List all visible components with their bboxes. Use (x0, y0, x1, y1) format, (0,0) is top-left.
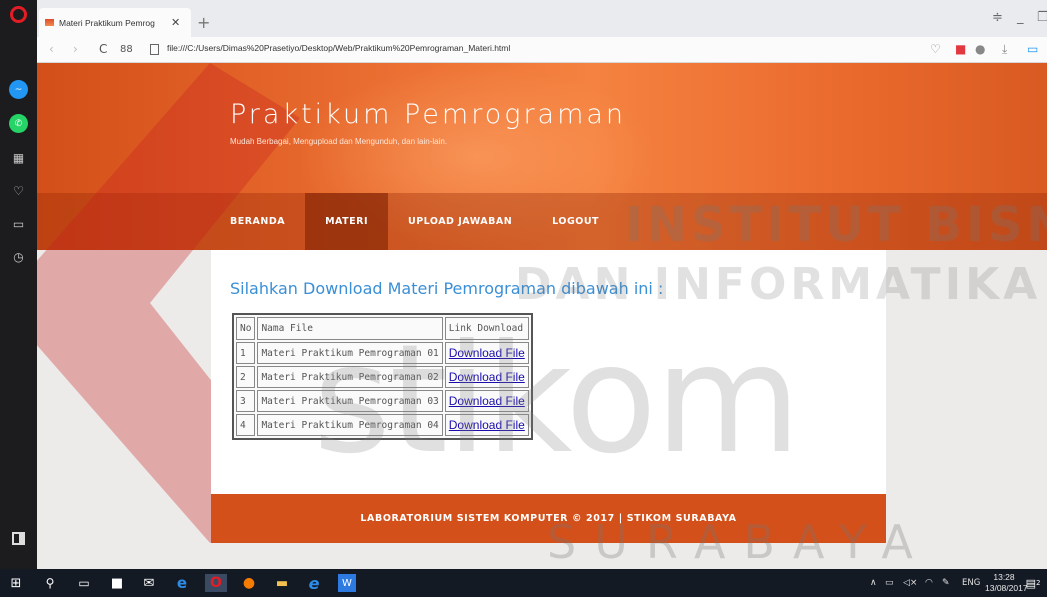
menu-beranda[interactable]: BERANDA (210, 193, 305, 250)
pen-ink-icon[interactable]: ✎ (942, 578, 950, 588)
menu-logout[interactable]: LOGOUT (532, 193, 619, 250)
file-name: Materi Praktikum Pemrograman 03 (257, 390, 443, 412)
content-panel: Silahkan Download Materi Pemrograman dib… (211, 250, 886, 494)
file-name: Materi Praktikum Pemrograman 01 (257, 342, 443, 364)
media-player-icon[interactable]: ● (240, 574, 258, 592)
column-header-no: No (236, 317, 256, 340)
history-clock-icon[interactable]: ◷ (9, 247, 28, 266)
mail-icon[interactable]: ✉ (140, 574, 158, 592)
minimize-icon[interactable]: _ (1017, 10, 1024, 25)
row-number: 1 (236, 342, 256, 364)
store-icon[interactable]: ■ (108, 574, 126, 592)
tab-favicon-icon (45, 19, 54, 26)
search-icon[interactable]: ⚲ (42, 574, 58, 592)
wifi-icon[interactable]: ◠ (925, 578, 933, 588)
tab-title: Materi Praktikum Pemrog (59, 17, 155, 28)
download-link[interactable]: Download File (444, 390, 529, 412)
gift-extension-icon[interactable]: ■ (955, 42, 966, 56)
windows-start-icon[interactable]: ⊞ (8, 574, 24, 592)
page-viewport: Praktikum Pemrograman Mudah Berbagai, Me… (37, 63, 1047, 569)
table-row: 1 Materi Praktikum Pemrograman 01 Downlo… (236, 342, 529, 364)
volume-icon[interactable]: ◁× (903, 578, 917, 588)
materi-table: No Nama File Link Download 1 Materi Prak… (232, 313, 533, 440)
menu-upload-jawaban[interactable]: UPLOAD JAWABAN (388, 193, 532, 250)
tab-menu-icon[interactable]: ≑ (992, 10, 1003, 25)
internet-explorer-icon[interactable]: e (173, 574, 191, 592)
opera-sidebar: ~ ✆ ▦ ♡ ▭ ◷ (0, 0, 37, 569)
battery-saver-icon[interactable]: ▭ (1027, 42, 1038, 56)
row-number: 2 (236, 366, 256, 388)
page-icon (150, 44, 159, 55)
sidebar-toggle-icon[interactable] (12, 532, 25, 545)
language-indicator[interactable]: ENG (962, 578, 980, 588)
column-header-link: Link Download (444, 317, 529, 340)
opera-logo-icon[interactable] (10, 6, 27, 23)
download-icon[interactable]: ⤓ (1002, 42, 1007, 57)
task-view-icon[interactable]: ▭ (76, 574, 92, 592)
file-explorer-icon[interactable]: ▬ (273, 574, 291, 592)
bookmarks-heart-icon[interactable]: ♡ (9, 181, 28, 200)
vpn-globe-icon[interactable]: ● (975, 42, 985, 56)
download-link[interactable]: Download File (444, 414, 529, 436)
address-bar: ‹ › C 88 file:///C:/Users/Dimas%20Praset… (37, 37, 1047, 63)
snapshot-icon[interactable]: ▭ (9, 214, 28, 233)
table-header-row: No Nama File Link Download (236, 317, 529, 340)
battery-icon[interactable]: ▭ (885, 578, 894, 588)
new-tab-icon[interactable]: + (197, 13, 210, 32)
column-header-nama-file: Nama File (257, 317, 443, 340)
file-name: Materi Praktikum Pemrograman 02 (257, 366, 443, 388)
row-number: 3 (236, 390, 256, 412)
notification-count: 2 (1035, 579, 1041, 587)
bookmark-heart-icon[interactable]: ♡ (930, 42, 941, 56)
speed-dial-button[interactable]: 88 (120, 44, 133, 55)
site-footer: LABORATORIUM SISTEM KOMPUTER © 2017 | ST… (211, 494, 886, 543)
clock-date: 13/08/2017 (985, 583, 1028, 593)
site-subtitle: Mudah Berbagai, Mengupload dan Mengunduh… (230, 137, 448, 146)
whatsapp-icon[interactable]: ✆ (9, 114, 28, 133)
download-link[interactable]: Download File (444, 342, 529, 364)
file-name: Materi Praktikum Pemrograman 04 (257, 414, 443, 436)
menu-materi[interactable]: MATERI (305, 193, 388, 250)
content-heading: Silahkan Download Materi Pemrograman dib… (230, 279, 664, 298)
table-row: 2 Materi Praktikum Pemrograman 02 Downlo… (236, 366, 529, 388)
reload-icon[interactable]: C (99, 42, 107, 56)
edge-icon[interactable]: e (305, 574, 323, 593)
tab-close-icon[interactable]: ✕ (171, 16, 180, 29)
table-row: 4 Materi Praktikum Pemrograman 04 Downlo… (236, 414, 529, 436)
url-field[interactable]: file:///C:/Users/Dimas%20Prasetiyo/Deskt… (167, 43, 510, 53)
site-title: Praktikum Pemrograman (230, 99, 627, 130)
speed-dial-icon[interactable]: ▦ (9, 148, 28, 167)
system-clock[interactable]: 13:28 13/08/2017 (985, 572, 1028, 594)
clock-time: 13:28 (993, 572, 1015, 582)
forward-icon[interactable]: › (73, 42, 78, 56)
row-number: 4 (236, 414, 256, 436)
tab-active[interactable]: Materi Praktikum Pemrog ✕ (39, 8, 191, 37)
tray-expand-icon[interactable]: ∧ (870, 578, 877, 588)
back-icon[interactable]: ‹ (49, 42, 54, 56)
opera-taskbar-icon[interactable]: O (205, 574, 227, 592)
main-menu: BERANDA MATERI UPLOAD JAWABAN LOGOUT (210, 193, 619, 250)
restore-icon[interactable]: ❐ (1037, 10, 1047, 25)
tab-bar: Materi Praktikum Pemrog ✕ + ≑ _ ❐ ✕ (37, 0, 1047, 37)
taskbar: ⊞ ⚲ ▭ ■ ✉ e O ● ▬ e W ∧ ▭ ◁× ◠ ✎ ENG 13:… (0, 569, 1047, 597)
table-row: 3 Materi Praktikum Pemrograman 03 Downlo… (236, 390, 529, 412)
messenger-icon[interactable]: ~ (9, 80, 28, 99)
download-link[interactable]: Download File (444, 366, 529, 388)
word-icon[interactable]: W (338, 574, 356, 592)
action-center-icon[interactable]: ▤ 2 (1024, 574, 1042, 592)
